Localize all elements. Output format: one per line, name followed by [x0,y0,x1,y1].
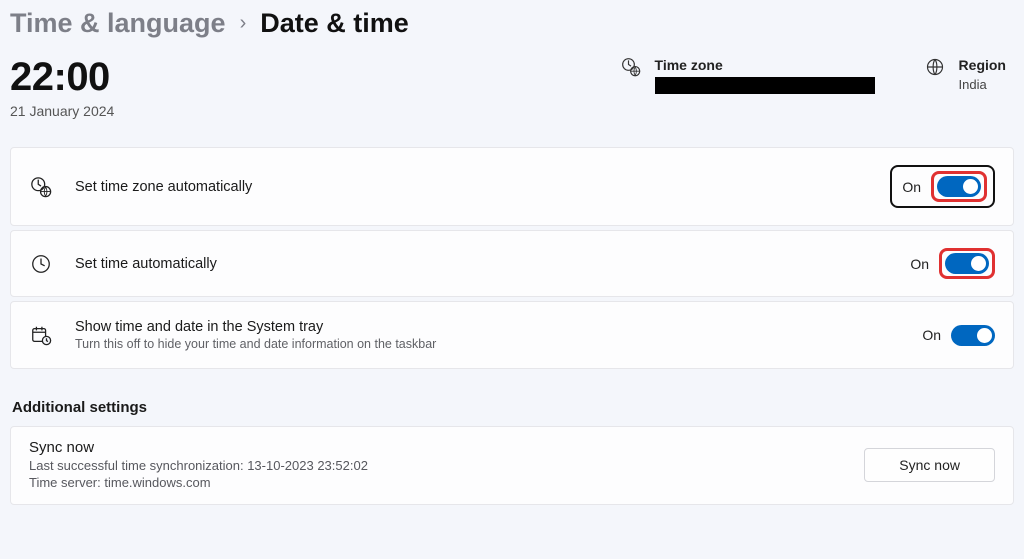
breadcrumb: Time & language › Date & time [10,8,1014,39]
timezone-label: Time zone [655,57,875,73]
region-group: Region India [925,57,1006,92]
setting-subtitle: Turn this off to hide your time and date… [75,337,922,351]
toggle-auto-timezone[interactable] [937,176,981,197]
chevron-right-icon: › [240,12,247,35]
sync-now-card: Sync now Last successful time synchroniz… [10,426,1014,505]
highlight-focus-box: On [890,165,995,208]
calendar-clock-icon [29,323,53,347]
sync-title: Sync now [29,439,864,456]
globe-clock-icon [621,57,641,77]
clock-time: 22:00 [10,57,114,97]
header-info-row: 22:00 21 January 2024 Time zone [10,57,1014,119]
breadcrumb-current: Date & time [260,8,409,39]
toggle-state-label: On [902,179,921,195]
toggle-state-label: On [910,256,929,272]
clock-block: 22:00 21 January 2024 [10,57,114,119]
clock-icon [29,252,53,276]
sync-last-success: Last successful time synchronization: 13… [29,458,864,473]
setting-title: Show time and date in the System tray [75,319,922,335]
setting-title: Set time automatically [75,256,910,272]
sync-time-server: Time server: time.windows.com [29,475,864,490]
highlight-red-box [931,171,987,202]
toggle-auto-time[interactable] [945,253,989,274]
region-value: India [959,77,1006,92]
timezone-group: Time zone [621,57,875,94]
timezone-value-redacted [655,77,875,94]
setting-auto-time: Set time automatically On [10,230,1014,297]
clock-date: 21 January 2024 [10,103,114,119]
toggle-state-label: On [922,327,941,343]
section-heading-additional: Additional settings [12,399,1014,416]
setting-title: Set time zone automatically [75,179,890,195]
globe-clock-icon [29,175,53,199]
highlight-red-box [939,248,995,279]
setting-systray-time: Show time and date in the System tray Tu… [10,301,1014,369]
globe-icon [925,57,945,77]
toggle-systray-time[interactable] [951,325,995,346]
setting-auto-timezone: Set time zone automatically On [10,147,1014,226]
sync-now-button[interactable]: Sync now [864,448,995,482]
region-label: Region [959,57,1006,73]
breadcrumb-parent[interactable]: Time & language [10,8,226,39]
